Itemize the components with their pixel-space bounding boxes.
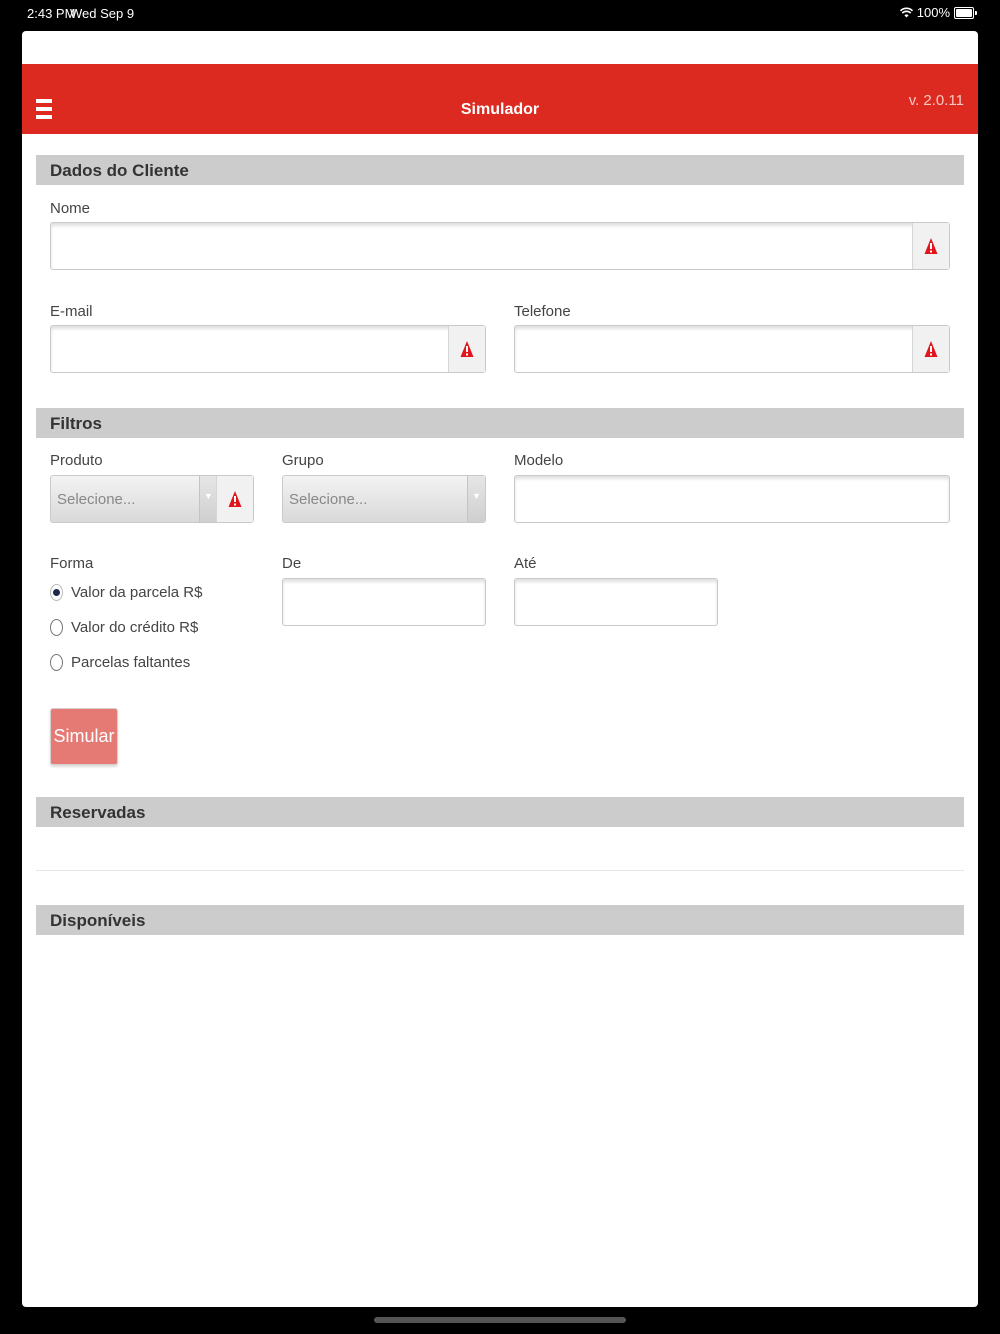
warning-triangle-icon [924, 238, 938, 254]
app-screen: Simulador v. 2.0.11 Dados do Cliente Nom… [22, 31, 978, 1307]
nome-label: Nome [50, 200, 91, 217]
modelo-label: Modelo [514, 452, 564, 469]
wifi-icon [899, 7, 913, 18]
radio-button-selected[interactable] [50, 584, 63, 601]
produto-warning [216, 476, 253, 522]
telefone-label: Telefone [514, 303, 571, 320]
grupo-label: Grupo [282, 452, 324, 469]
telefone-input[interactable] [515, 326, 913, 372]
section-title: Filtros [50, 414, 102, 433]
ate-label: Até [514, 555, 537, 572]
radio-button[interactable] [50, 654, 63, 671]
home-indicator[interactable] [374, 1317, 626, 1323]
nome-input[interactable] [51, 223, 913, 269]
chevron-down-icon: ▼ [467, 476, 485, 522]
ate-input[interactable] [515, 579, 717, 625]
section-title: Reservadas [50, 803, 146, 822]
section-header-dados-cliente: Dados do Cliente [36, 155, 964, 185]
battery-percent: 100% [916, 5, 950, 20]
status-time: 2:43 PM [27, 6, 76, 21]
email-warning [448, 326, 485, 372]
produto-label: Produto [50, 452, 103, 469]
modelo-field-wrapper [514, 475, 950, 523]
radio-valor-credito[interactable]: Valor do crédito R$ [50, 619, 198, 636]
radio-label: Valor do crédito R$ [71, 619, 199, 636]
radio-label: Valor da parcela R$ [71, 584, 203, 601]
telefone-field-wrapper [514, 325, 950, 373]
section-title: Disponíveis [50, 911, 146, 930]
warning-triangle-icon [460, 341, 474, 357]
status-right: 100% [899, 5, 977, 20]
de-label: De [282, 555, 302, 572]
battery-icon [954, 6, 977, 19]
radio-valor-parcela[interactable]: Valor da parcela R$ [50, 584, 202, 601]
section-header-filtros: Filtros [36, 408, 964, 438]
chevron-down-icon: ▼ [199, 476, 217, 522]
navigation-bar: Simulador v. 2.0.11 [22, 64, 978, 134]
radio-label: Parcelas faltantes [71, 654, 191, 671]
section-header-disponiveis: Disponíveis [36, 905, 964, 935]
radio-parcelas-faltantes[interactable]: Parcelas faltantes [50, 654, 190, 671]
email-input[interactable] [51, 326, 449, 372]
warning-triangle-icon [228, 491, 242, 507]
status-date: Wed Sep 9 [70, 6, 135, 21]
grupo-select[interactable]: Selecione... ▼ [282, 475, 486, 523]
produto-select[interactable]: Selecione... ▼ [50, 475, 254, 523]
nome-warning [912, 223, 949, 269]
radio-button[interactable] [50, 619, 63, 636]
app-version: v. 2.0.11 [908, 92, 964, 109]
email-label: E-mail [50, 303, 93, 320]
section-title: Dados do Cliente [50, 161, 189, 180]
de-input[interactable] [283, 579, 485, 625]
nome-field-wrapper [50, 222, 950, 270]
divider [36, 870, 964, 871]
ate-field-wrapper [514, 578, 718, 626]
modelo-input[interactable] [515, 476, 949, 522]
produto-selected-value: Selecione... [57, 491, 136, 508]
telefone-warning [912, 326, 949, 372]
forma-label: Forma [50, 555, 94, 572]
section-header-reservadas: Reservadas [36, 797, 964, 827]
de-field-wrapper [282, 578, 486, 626]
email-field-wrapper [50, 325, 486, 373]
grupo-selected-value: Selecione... [289, 491, 368, 508]
warning-triangle-icon [924, 341, 938, 357]
page-title: Simulador [460, 101, 540, 118]
simular-button[interactable]: Simular [50, 708, 118, 765]
status-bar: 2:43 PM Wed Sep 9 100% [0, 0, 1000, 30]
